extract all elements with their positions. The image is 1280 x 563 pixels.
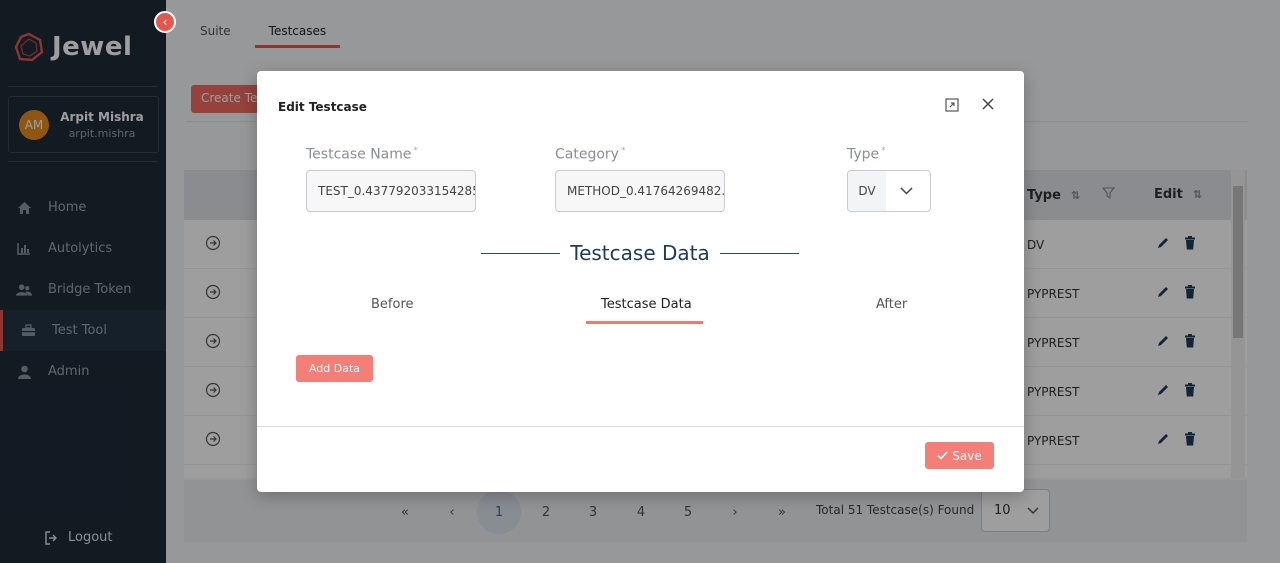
testcase-name-label: Testcase Name * bbox=[306, 146, 418, 163]
type-select-value: DV bbox=[848, 171, 886, 211]
field-label-text: Type bbox=[847, 146, 880, 163]
close-icon bbox=[982, 98, 994, 110]
section-title: Testcase Data bbox=[570, 241, 710, 265]
testcase-name-input[interactable]: TEST_0.437792033154285 bbox=[306, 170, 476, 212]
tab-testcase-data[interactable]: Testcase Data bbox=[601, 297, 692, 312]
edit-testcase-dialog: Edit Testcase Testcase Name * TEST_0.4377… bbox=[257, 71, 1024, 492]
active-tab-indicator bbox=[586, 321, 703, 324]
maximize-icon[interactable] bbox=[945, 98, 959, 112]
required-mark: * bbox=[413, 146, 419, 156]
type-label: Type * bbox=[847, 146, 886, 163]
tab-before[interactable]: Before bbox=[371, 297, 414, 312]
close-dialog-button[interactable] bbox=[977, 93, 999, 115]
divider bbox=[719, 252, 800, 254]
section-header: Testcase Data bbox=[481, 241, 800, 265]
chevron-left-icon: ‹ bbox=[162, 15, 168, 29]
divider bbox=[257, 426, 1024, 427]
field-label-text: Category bbox=[555, 146, 619, 163]
required-mark: * bbox=[881, 146, 886, 156]
save-button[interactable]: Save bbox=[925, 442, 994, 469]
category-input[interactable]: METHOD_0.41764269482. bbox=[555, 170, 725, 212]
chevron-down-icon bbox=[900, 187, 913, 195]
check-icon bbox=[937, 451, 948, 460]
required-mark: * bbox=[620, 146, 626, 156]
collapse-sidebar-button[interactable]: ‹ bbox=[154, 11, 176, 33]
tab-after[interactable]: After bbox=[876, 297, 907, 312]
dialog-title: Edit Testcase bbox=[278, 100, 367, 114]
testcase-subtabs: Before Testcase Data After bbox=[257, 285, 1024, 327]
category-label: Category * bbox=[555, 146, 625, 163]
add-data-button[interactable]: Add Data bbox=[296, 355, 373, 382]
divider bbox=[481, 252, 561, 254]
save-button-label: Save bbox=[952, 448, 982, 463]
type-select[interactable]: DV bbox=[847, 170, 931, 212]
field-label-text: Testcase Name bbox=[306, 146, 412, 163]
